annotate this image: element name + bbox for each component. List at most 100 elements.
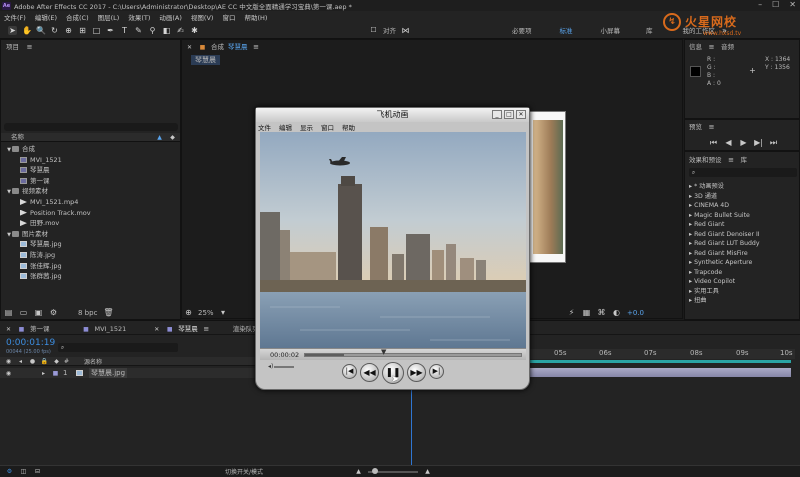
menu-animation[interactable]: 动画(A) (159, 12, 182, 22)
fast-forward-button[interactable]: ▶▶ (407, 363, 426, 382)
menu-edit[interactable]: 编辑(E) (35, 12, 57, 22)
puppet-pin-tool-icon[interactable]: ✱ (190, 26, 199, 35)
zoom-out-icon[interactable]: ▲ (354, 467, 363, 476)
effects-category[interactable]: ▸ Red Giant MisFire (689, 249, 799, 259)
reset-exposure-icon[interactable]: ◐ (612, 308, 621, 317)
minimize-icon[interactable]: _ (492, 110, 502, 119)
menu-file[interactable]: 文件(F) (4, 12, 26, 22)
player-menu-edit[interactable]: 编辑 (279, 122, 292, 132)
settings-icon[interactable]: ⚙ (49, 308, 58, 317)
project-item[interactable]: 张群茜.jpg (1, 271, 180, 282)
menu-effect[interactable]: 效果(T) (128, 12, 150, 22)
effects-category[interactable]: ▸ 实用工具 (689, 287, 799, 297)
toggle-switches-modes[interactable]: 切换开关/模式 (225, 467, 263, 476)
layer-label-color-icon[interactable]: ■ (51, 369, 60, 378)
menu-help[interactable]: 帮助(H) (244, 12, 267, 22)
zoom-dropdown[interactable]: 25% (198, 309, 214, 317)
player-menu-view[interactable]: 显示 (300, 122, 313, 132)
project-item[interactable]: ▼ 视频素材 (1, 186, 180, 197)
player-menu-help[interactable]: 帮助 (342, 122, 355, 132)
timeline-tab-active[interactable]: 琴慧晨 (178, 324, 198, 334)
next-frame-icon[interactable]: ▶| (754, 138, 763, 147)
layer-name[interactable]: 琴慧晨.jpg (89, 368, 128, 378)
eye-icon[interactable]: ◉ (4, 369, 13, 378)
project-item[interactable]: 琴慧晨.jpg (1, 239, 180, 250)
previous-frame-icon[interactable]: ◀ (724, 138, 733, 147)
last-frame-icon[interactable]: ⏭ (769, 138, 778, 147)
hand-tool-icon[interactable]: ✋ (22, 26, 32, 35)
project-item[interactable]: 张佳辉.jpg (1, 261, 180, 272)
layer-row[interactable]: ◉ ▸ ■ 1 琴慧晨.jpg (0, 368, 255, 378)
work-area-bar[interactable] (530, 360, 791, 363)
project-item[interactable]: 田野.mov (1, 218, 180, 229)
player-progress-track[interactable] (304, 353, 522, 357)
flowchart-icon[interactable]: ⌘ (597, 308, 606, 317)
pan-behind-tool-icon[interactable]: ⊞ (78, 26, 87, 35)
zoom-slider[interactable] (368, 467, 419, 474)
volume-slider[interactable] (274, 366, 294, 368)
effects-category[interactable]: ▸ Red Giant (689, 220, 799, 230)
minimize-icon[interactable]: – (758, 0, 762, 11)
effects-category[interactable]: ▸ Magic Bullet Suite (689, 211, 799, 221)
current-timecode[interactable]: 0:00:01:19 (6, 338, 55, 348)
close-tab-icon[interactable]: ✕ (4, 325, 13, 334)
workspace-standard[interactable]: 标准 (560, 25, 573, 35)
bit-depth-label[interactable]: 8 bpc (78, 309, 97, 317)
project-item[interactable]: MVI_1521.mp4 (1, 197, 180, 208)
pen-tool-icon[interactable]: ✒ (106, 26, 115, 35)
clone-stamp-tool-icon[interactable]: ⚲ (148, 26, 157, 35)
workspace-small-screen[interactable]: 小屏幕 (601, 25, 621, 35)
type-tool-icon[interactable]: T (120, 26, 129, 35)
player-menu-file[interactable]: 文件 (258, 122, 271, 132)
new-composition-icon[interactable]: ▣ (34, 308, 43, 317)
eraser-tool-icon[interactable]: ◧ (162, 26, 171, 35)
close-tab-icon[interactable]: ✕ (185, 43, 194, 52)
selection-tool-icon[interactable]: ➤ (8, 25, 17, 35)
audio-switch-icon[interactable]: ◂ (16, 357, 25, 366)
menu-view[interactable]: 视图(V) (191, 12, 214, 22)
effects-category[interactable]: ▸ Red Giant LUT Buddy (689, 239, 799, 249)
chevron-down-icon[interactable]: ▾ (219, 308, 228, 317)
project-item[interactable]: Position Track.mov (1, 208, 180, 219)
maximize-icon[interactable]: □ (504, 110, 514, 119)
camera-tool-icon[interactable]: ⊕ (64, 26, 73, 35)
effects-tab[interactable]: 效果和预设 (689, 155, 722, 165)
timeline-tab[interactable]: 第一课 (30, 324, 50, 334)
snap-options-icon[interactable]: ⋈ (401, 26, 410, 35)
audio-tab[interactable]: 音频 (721, 42, 734, 52)
layer-duration-bar[interactable] (530, 368, 791, 377)
close-icon[interactable]: ✕ (516, 110, 526, 119)
effects-category[interactable]: ▸ 扭曲 (689, 296, 799, 306)
library-tab[interactable]: 库 (741, 155, 748, 165)
project-item[interactable]: ▼ 图片素材 (1, 229, 180, 240)
playhead-line[interactable] (411, 387, 412, 467)
always-preview-icon[interactable]: ⊕ (184, 308, 193, 317)
project-tab[interactable]: 项目 (6, 42, 19, 52)
expand-layer-icon[interactable]: ▸ (39, 369, 48, 378)
panel-menu-icon[interactable]: ≡ (202, 325, 211, 334)
effects-category[interactable]: ▸ * 动画预设 (689, 182, 799, 192)
lock-column-icon[interactable]: 🔒 (40, 357, 49, 366)
comp-flowchart-icon[interactable]: ⚙ (5, 467, 14, 476)
menu-window[interactable]: 窗口 (222, 12, 235, 22)
timeline-icon[interactable]: ▦ (582, 308, 591, 317)
effects-category[interactable]: ▸ Video Copilot (689, 277, 799, 287)
timeline-search-input[interactable]: ⌕ (58, 343, 178, 352)
go-to-end-button[interactable]: ▶| (429, 364, 444, 379)
mask-tool-icon[interactable]: □ (92, 26, 101, 35)
composition-tab[interactable]: 琴慧晨 (228, 42, 248, 52)
sort-icon[interactable]: ▲ (155, 133, 164, 142)
panel-menu-icon[interactable]: ≡ (707, 43, 716, 52)
rewind-button[interactable]: ◀◀ (360, 363, 379, 382)
effects-search-input[interactable]: ⌕ (689, 168, 797, 177)
first-frame-icon[interactable]: ⏮ (709, 138, 718, 147)
project-item[interactable]: MVI_1521 (1, 155, 180, 166)
project-item[interactable]: 琴慧晨 (1, 165, 180, 176)
maximize-icon[interactable]: ☐ (772, 0, 779, 11)
interpret-footage-icon[interactable]: ▤ (4, 308, 13, 317)
player-playhead-icon[interactable]: ▼ (381, 348, 386, 356)
collapse-panes-icon[interactable]: ⊟ (33, 467, 42, 476)
effects-category[interactable]: ▸ Trapcode (689, 268, 799, 278)
rotate-tool-icon[interactable]: ↻ (50, 26, 59, 35)
exposure-value[interactable]: +0.0 (627, 309, 644, 317)
